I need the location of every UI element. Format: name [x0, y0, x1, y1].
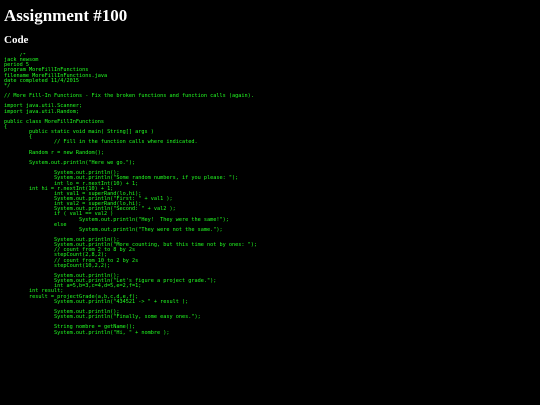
page-title: Assignment #100: [4, 6, 128, 25]
code-line: System.out.println("Hi, " + nombre );: [4, 329, 170, 336]
code-block: /* jack newsom period 5 program MoreFillInF…: [4, 53, 538, 336]
section-heading: Code: [4, 34, 29, 46]
